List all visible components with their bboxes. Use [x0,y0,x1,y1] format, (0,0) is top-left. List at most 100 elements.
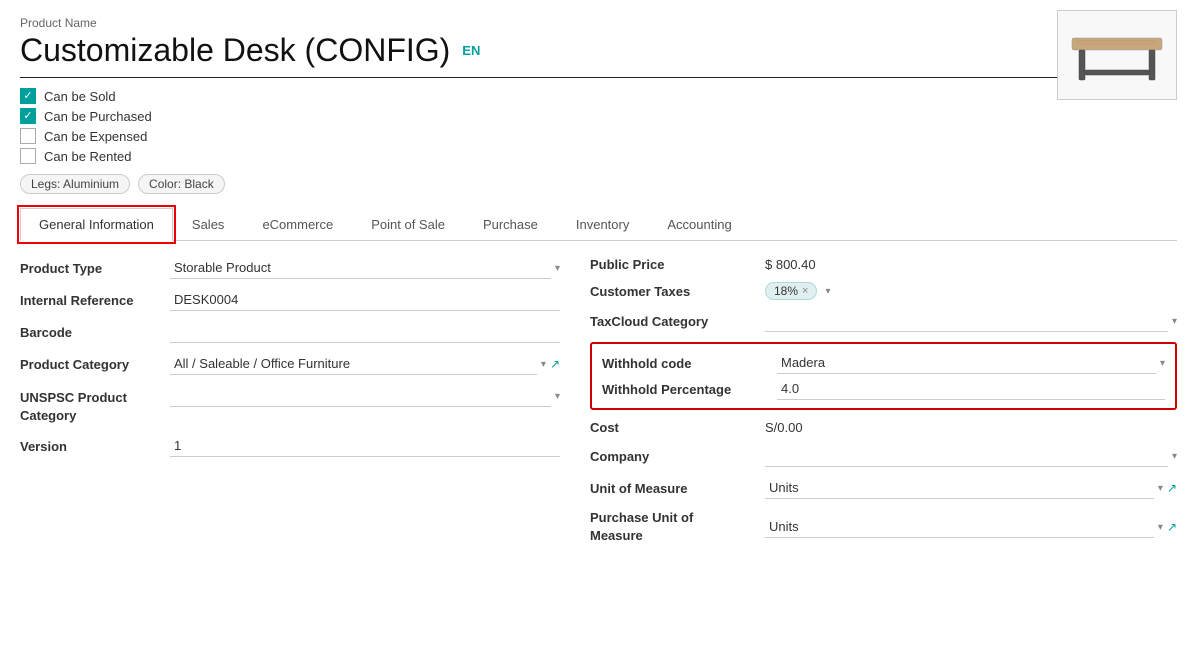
public-price-value: $ 800.40 [765,257,1177,272]
tab-inventory[interactable]: Inventory [557,208,648,241]
purchase-unit-dropdown-icon: ▾ [1158,522,1163,533]
product-name-label: Product Name [20,16,1177,30]
cost-label: Cost [590,420,765,435]
version-row: Version [20,435,560,457]
checkbox-can-be-expensed-box[interactable] [20,128,36,144]
product-category-row: Product Category ▾ ↗ [20,353,560,375]
tab-sales[interactable]: Sales [173,208,244,241]
withhold-percentage-input[interactable] [777,378,1165,400]
company-value: ▾ [765,445,1177,467]
form-left: Product Type ▾ Internal Reference Barcod… [20,257,560,555]
unspsc-value: ▾ [170,385,560,407]
product-type-dropdown-icon: ▾ [555,263,560,274]
purchase-unit-row: Purchase Unit ofMeasure ▾ ↗ [590,509,1177,545]
company-dropdown-icon: ▾ [1172,451,1177,462]
cost-row: Cost S/0.00 [590,420,1177,435]
variant-tag-legs[interactable]: Legs: Aluminium [20,174,130,194]
tab-point-of-sale[interactable]: Point of Sale [352,208,464,241]
public-price-text: $ 800.40 [765,257,816,272]
form-right: Public Price $ 800.40 Customer Taxes 18%… [590,257,1177,555]
barcode-row: Barcode [20,321,560,343]
checkbox-can-be-purchased[interactable]: Can be Purchased [20,108,1177,124]
company-row: Company ▾ [590,445,1177,467]
variant-tags: Legs: Aluminium Color: Black [20,174,1177,194]
unit-of-measure-select[interactable] [765,477,1154,499]
taxcloud-category-row: TaxCloud Category ▾ [590,310,1177,332]
purchase-unit-select[interactable] [765,516,1154,538]
checkbox-can-be-sold-box[interactable] [20,88,36,104]
withhold-percentage-value [777,378,1165,400]
unspsc-dropdown-icon: ▾ [555,391,560,402]
withhold-code-select[interactable] [777,352,1156,374]
lang-badge[interactable]: EN [462,43,480,58]
customer-taxes-value: 18% × ▾ [765,282,1177,300]
purchase-unit-label: Purchase Unit ofMeasure [590,509,765,545]
unspsc-select[interactable] [170,385,551,407]
product-category-dropdown-icon: ▾ [541,359,546,370]
version-input[interactable] [170,435,560,457]
title-divider [20,77,1177,78]
internal-reference-value [170,289,560,311]
unit-of-measure-value: ▾ ↗ [765,477,1177,499]
tax-badge-text: 18% [774,284,798,298]
unit-of-measure-label: Unit of Measure [590,481,765,496]
internal-reference-input[interactable] [170,289,560,311]
version-label: Version [20,435,170,454]
barcode-value [170,321,560,343]
unit-of-measure-row: Unit of Measure ▾ ↗ [590,477,1177,499]
cost-value: S/0.00 [765,420,1177,435]
withhold-code-row: Withhold code ▾ [602,352,1165,374]
product-type-row: Product Type ▾ [20,257,560,279]
cost-text: S/0.00 [765,420,803,435]
checkbox-can-be-rented[interactable]: Can be Rented [20,148,1177,164]
checkbox-can-be-sold[interactable]: Can be Sold [20,88,1177,104]
tab-purchase[interactable]: Purchase [464,208,557,241]
product-category-label: Product Category [20,353,170,372]
version-value [170,435,560,457]
withhold-percentage-row: Withhold Percentage [602,378,1165,400]
unit-of-measure-external-link-icon[interactable]: ↗ [1167,481,1177,495]
unspsc-label: UNSPSC ProductCategory [20,385,170,425]
taxcloud-category-select[interactable] [765,310,1168,332]
product-type-label: Product Type [20,257,170,276]
withhold-percentage-label: Withhold Percentage [602,382,777,397]
variant-tag-color[interactable]: Color: Black [138,174,225,194]
unit-of-measure-dropdown-icon: ▾ [1158,483,1163,494]
taxcloud-category-value: ▾ [765,310,1177,332]
product-category-select[interactable] [170,353,537,375]
checkbox-can-be-expensed[interactable]: Can be Expensed [20,128,1177,144]
internal-reference-row: Internal Reference [20,289,560,311]
checkbox-can-be-rented-label: Can be Rented [44,149,131,164]
tab-ecommerce[interactable]: eCommerce [243,208,352,241]
taxcloud-category-label: TaxCloud Category [590,314,765,329]
purchase-unit-external-link-icon[interactable]: ↗ [1167,520,1177,534]
checkbox-can-be-purchased-label: Can be Purchased [44,109,152,124]
unspsc-row: UNSPSC ProductCategory ▾ [20,385,560,425]
company-label: Company [590,449,765,464]
tab-general-information[interactable]: General Information [20,208,173,241]
company-select[interactable] [765,445,1168,467]
tab-accounting[interactable]: Accounting [648,208,750,241]
taxcloud-dropdown-icon: ▾ [1172,316,1177,327]
barcode-label: Barcode [20,321,170,340]
customer-taxes-label: Customer Taxes [590,284,765,299]
checkboxes-section: Can be Sold Can be Purchased Can be Expe… [20,88,1177,164]
product-type-value: ▾ [170,257,560,279]
purchase-unit-value: ▾ ↗ [765,516,1177,538]
withhold-section: Withhold code ▾ Withhold Percentage [590,342,1177,410]
form-body: Product Type ▾ Internal Reference Barcod… [20,257,1177,555]
public-price-row: Public Price $ 800.40 [590,257,1177,272]
tax-badge-remove-icon[interactable]: × [802,285,808,297]
withhold-code-value: ▾ [777,352,1165,374]
public-price-label: Public Price [590,257,765,272]
checkbox-can-be-expensed-label: Can be Expensed [44,129,147,144]
internal-reference-label: Internal Reference [20,289,170,308]
checkbox-can-be-rented-box[interactable] [20,148,36,164]
checkbox-can-be-purchased-box[interactable] [20,108,36,124]
product-type-select[interactable] [170,257,551,279]
product-category-external-link-icon[interactable]: ↗ [550,357,560,371]
customer-taxes-row: Customer Taxes 18% × ▾ [590,282,1177,300]
withhold-code-label: Withhold code [602,356,777,371]
tabs-container: General Information Sales eCommerce Poin… [20,208,1177,241]
barcode-input[interactable] [170,321,560,343]
